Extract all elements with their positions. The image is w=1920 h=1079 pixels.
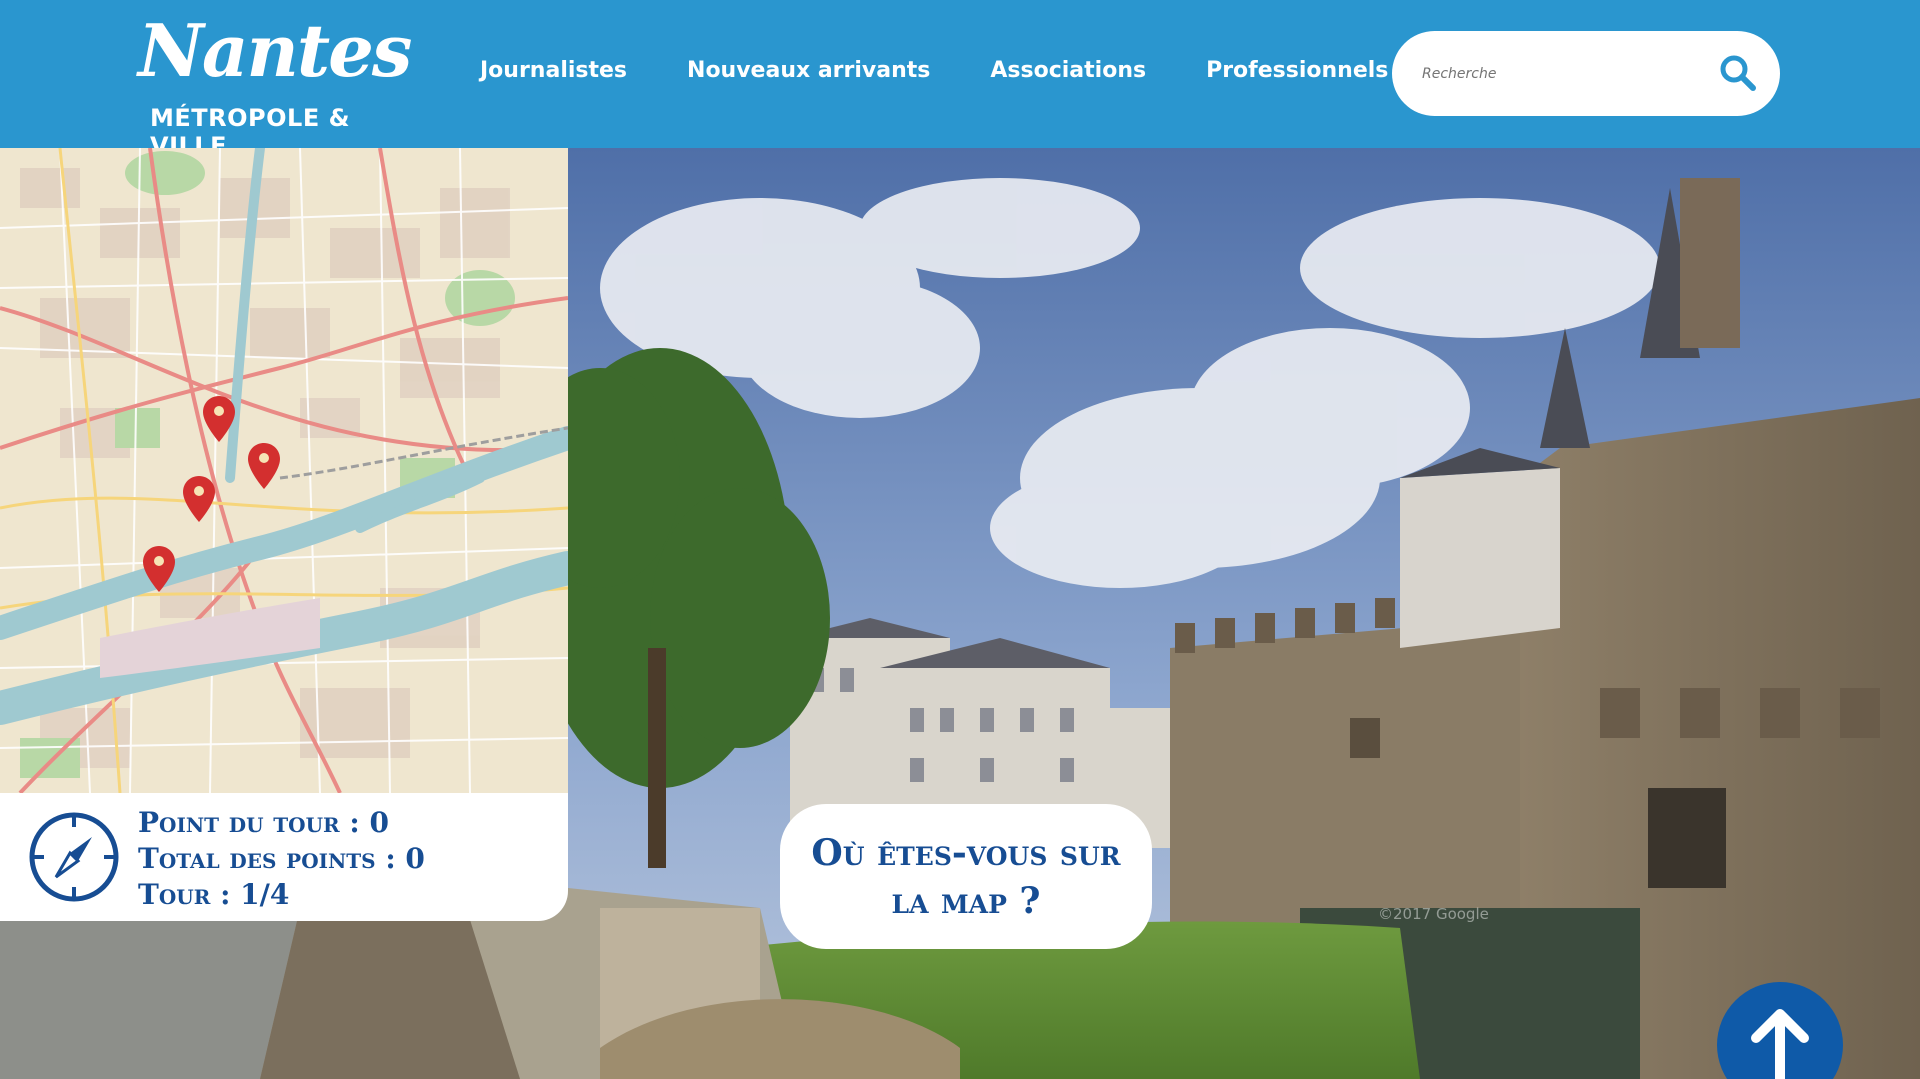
search-icon[interactable]: [1718, 53, 1758, 93]
main-nav: Journalistes Nouveaux arrivants Associat…: [480, 58, 1388, 83]
nav-link-nouveaux-arrivants[interactable]: Nouveaux arrivants: [687, 58, 930, 83]
map-marker-icon[interactable]: [143, 546, 175, 592]
search-input[interactable]: [1422, 65, 1702, 82]
nav-link-journalistes[interactable]: Journalistes: [480, 58, 627, 83]
arrow-up-icon: [1751, 1009, 1809, 1079]
search-box: [1392, 31, 1780, 116]
total-points: Total des points : 0: [138, 842, 425, 875]
map-marker-icon[interactable]: [203, 396, 235, 442]
tour-counter: Tour : 1/4: [138, 878, 290, 911]
map-marker-icon[interactable]: [248, 443, 280, 489]
score-panel: Point du tour : 0 Total des points : 0 T…: [0, 793, 568, 921]
map-tiles: [0, 148, 568, 793]
google-watermark: ©2017 Google: [1378, 905, 1489, 923]
nantes-logo[interactable]: Nantes MÉTROPOLE & VILLE: [138, 8, 412, 160]
tour-points: Point du tour : 0: [138, 806, 389, 839]
city-map[interactable]: [0, 148, 568, 793]
question-text: Où êtes-vous sur la map ?: [811, 831, 1121, 922]
question-card: Où êtes-vous sur la map ?: [780, 804, 1152, 949]
site-header: Nantes MÉTROPOLE & VILLE Journalistes No…: [0, 0, 1920, 160]
nav-link-associations[interactable]: Associations: [990, 58, 1146, 83]
nav-link-professionnels[interactable]: Professionnels: [1206, 58, 1388, 83]
map-marker-icon[interactable]: [183, 476, 215, 522]
compass-icon: [29, 812, 119, 902]
logo-wordmark: Nantes: [138, 8, 412, 93]
